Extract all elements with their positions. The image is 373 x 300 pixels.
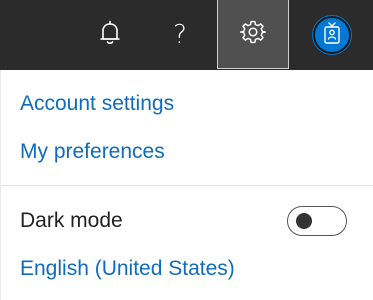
settings-button[interactable] — [217, 0, 289, 69]
bell-icon — [98, 20, 122, 51]
dark-mode-toggle[interactable] — [287, 206, 347, 236]
account-manager-button[interactable] — [300, 0, 364, 70]
language-link[interactable]: English (United States) — [20, 257, 235, 281]
gear-icon — [239, 19, 267, 50]
my-preferences-link[interactable]: My preferences — [20, 140, 165, 164]
notifications-button[interactable] — [82, 0, 138, 70]
top-bar: ? — [0, 0, 373, 70]
contact-card-icon — [323, 21, 341, 49]
help-button[interactable]: ? — [152, 0, 208, 70]
toggle-knob — [296, 213, 312, 229]
question-mark-icon: ? — [173, 20, 187, 50]
settings-dropdown-panel: Account settings My preferences Dark mod… — [0, 70, 373, 300]
divider — [1, 185, 373, 186]
dark-mode-label: Dark mode — [20, 209, 123, 232]
account-settings-link[interactable]: Account settings — [20, 92, 174, 116]
avatar — [313, 16, 351, 54]
